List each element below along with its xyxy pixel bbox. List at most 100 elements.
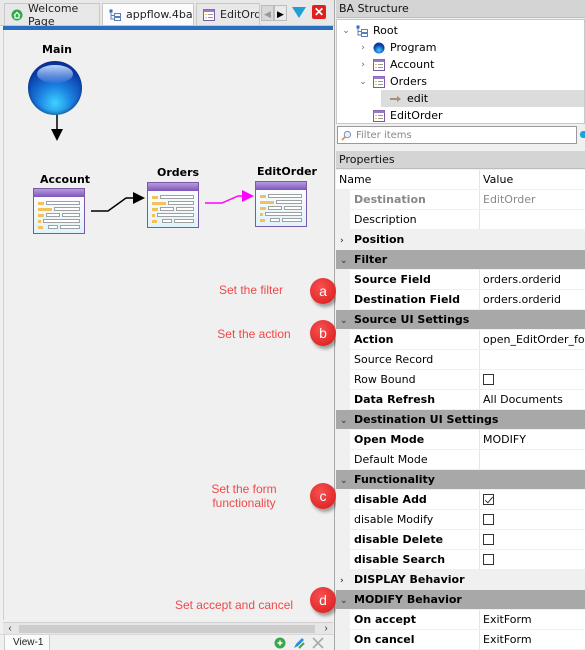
tab-welcome-page[interactable]: Welcome Page [4,2,100,28]
expand-icon[interactable]: ⌄ [340,591,354,609]
property-row-disable-modify[interactable]: disable Modify [336,510,585,530]
property-value [480,370,585,389]
category-display-behavior[interactable]: › DISPLAY Behavior [336,570,585,590]
property-name: disable Delete [336,530,480,549]
checkbox-disable-add[interactable] [483,494,494,505]
category-label: MODIFY Behavior [354,593,462,606]
filter-options-icon[interactable] [580,131,585,138]
collapse-icon[interactable]: › [358,60,368,70]
horizontal-scrollbar[interactable]: ‹ › [3,622,333,634]
home-icon [11,9,23,20]
add-view-icon[interactable] [274,637,286,649]
node-editorder-form[interactable] [255,181,307,227]
property-row-source-record[interactable]: Source Record [336,350,585,370]
tree-item-program[interactable]: › Program [337,39,584,56]
properties-column-header: Name Value [336,170,585,190]
scroll-left-icon[interactable]: ◀ [261,5,274,21]
property-name: On accept [336,610,480,629]
expand-icon[interactable]: ⌄ [340,411,354,429]
annotation-text-a: Set the filter [218,283,284,297]
filter-items-input[interactable]: Filter items [337,126,577,144]
property-row-destination-field[interactable]: Destination Field orders.orderid [336,290,585,310]
property-row-source-field[interactable]: Source Field orders.orderid [336,270,585,290]
property-row-row-bound[interactable]: Row Bound [336,370,585,390]
property-value[interactable]: All Documents [480,390,585,409]
property-value[interactable]: ExitForm [480,610,585,629]
checkbox-disable-delete[interactable] [483,534,494,545]
category-position[interactable]: › Position [336,230,585,250]
property-value[interactable]: MODIFY [480,430,585,449]
column-name: Name [336,170,480,189]
tab-view-1[interactable]: View-1 [4,635,50,650]
category-filter[interactable]: ⌄ Filter [336,250,585,270]
node-orders-form[interactable] [147,182,199,228]
property-value [480,550,585,569]
property-value: EditOrder [483,193,536,206]
property-value[interactable]: open_EditOrder_form [480,330,585,349]
expand-icon[interactable]: ⌄ [358,77,368,87]
scroll-right-icon[interactable]: ▶ [274,5,287,21]
expand-icon[interactable]: ⌄ [340,471,354,489]
checkbox-disable-search[interactable] [483,554,494,565]
form-icon [373,109,385,122]
tree-item-account[interactable]: › Account [337,56,584,73]
property-row-on-cancel[interactable]: On cancel ExitForm [336,630,585,650]
category-source-ui-settings[interactable]: ⌄ Source UI Settings [336,310,585,330]
node-account-form[interactable] [33,188,85,234]
category-modify-behavior[interactable]: ⌄ MODIFY Behavior [336,590,585,610]
tree-item-edit[interactable]: edit [381,90,584,107]
annotation-text-d: Set accept and cancel [174,598,294,612]
diagram-canvas[interactable]: Main Account Orders EditOrder Set the fi… [3,30,336,620]
category-functionality[interactable]: ⌄ Functionality [336,470,585,490]
form-icon [203,8,215,21]
property-row-on-accept[interactable]: On accept ExitForm [336,610,585,630]
tab-editorder[interactable]: EditOrder. [196,3,260,25]
property-row-data-refresh[interactable]: Data Refresh All Documents [336,390,585,410]
property-row-action[interactable]: Actionopen_EditOrder_form [336,330,585,350]
expand-icon[interactable]: ⌄ [341,26,351,36]
property-name: Destination [336,190,480,209]
expand-icon[interactable]: ⌄ [340,251,354,269]
property-value[interactable]: orders.orderid [480,290,585,309]
editor-tabbar: Welcome Page appflow.4ba EditOrder. ◀ ▶ … [0,0,334,28]
property-row-open-mode[interactable]: Open Mode MODIFY [336,430,585,450]
property-row-destination[interactable]: Destination EditOrder [336,190,585,210]
property-value[interactable] [480,210,585,229]
close-editor-icon[interactable]: ✕ [312,5,326,19]
collapse-icon[interactable]: › [340,231,354,249]
collapse-icon[interactable]: › [358,43,368,53]
property-name: Row Bound [336,370,480,389]
arrow-icon [390,95,401,102]
collapse-icon[interactable]: › [340,571,354,589]
scrollbar-thumb[interactable] [19,625,315,633]
tab-appflow[interactable]: appflow.4ba [102,3,194,25]
property-row-disable-add[interactable]: disable Add [336,490,585,510]
property-row-description[interactable]: Description [336,210,585,230]
tree-item-label: Program [390,41,437,54]
rename-view-icon[interactable] [293,637,305,649]
property-name: Description [336,210,480,229]
tab-scroll-buttons: ◀ ▶ [261,5,288,21]
checkbox-disable-modify[interactable] [483,514,494,525]
property-row-disable-delete[interactable]: disable Delete [336,530,585,550]
property-value[interactable] [480,450,585,469]
expand-icon[interactable]: ⌄ [340,311,354,329]
property-value[interactable]: ExitForm [480,630,585,649]
tree-item-root[interactable]: ⌄ Root [337,22,584,39]
property-row-disable-search[interactable]: disable Search [336,550,585,570]
category-label: Position [354,233,405,246]
tree-item-editorder[interactable]: EditOrder [337,107,584,123]
property-value[interactable]: orders.orderid [480,270,585,289]
delete-view-icon[interactable] [312,637,324,649]
tree-item-label: EditOrder [390,109,443,122]
checkbox-row-bound[interactable] [483,374,494,385]
edge-orders-editorder[interactable] [205,190,254,204]
tab-list-dropdown-icon[interactable] [292,7,306,18]
tree-item-orders[interactable]: ⌄ Orders [337,73,584,90]
category-destination-ui-settings[interactable]: ⌄ Destination UI Settings [336,410,585,430]
edge-account-orders[interactable] [91,192,145,212]
property-row-default-mode[interactable]: Default Mode [336,450,585,470]
property-value[interactable] [480,350,585,369]
node-main-program[interactable] [28,61,82,115]
right-panel: BA Structure ⌄ Root › Program › Account … [336,0,585,650]
